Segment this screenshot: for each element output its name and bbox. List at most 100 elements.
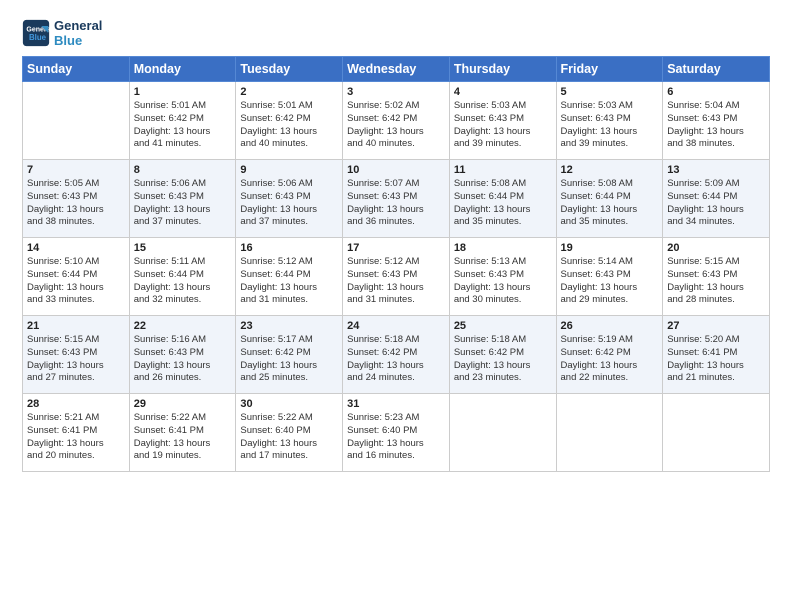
cell-sunrise: Sunrise: 5:23 AMSunset: 6:40 PMDaylight:…: [347, 412, 445, 463]
day-number: 20: [667, 242, 765, 254]
day-cell: 11 Sunrise: 5:08 AMSunset: 6:44 PMDayligh…: [449, 160, 556, 238]
day-number: 28: [27, 398, 125, 410]
day-number: 6: [667, 86, 765, 98]
cell-sunrise: Sunrise: 5:22 AMSunset: 6:41 PMDaylight:…: [134, 412, 232, 463]
day-number: 3: [347, 86, 445, 98]
day-cell: 24Sunrise: 5:18 AMSunset: 6:42 PMDayligh…: [343, 316, 450, 394]
cell-sunrise: Sunrise: 5:03 AMSunset: 6:43 PMDaylight:…: [561, 100, 659, 151]
day-number: 23: [240, 320, 338, 332]
day-cell: 13 Sunrise: 5:09 AMSunset: 6:44 PMDayligh…: [663, 160, 770, 238]
cell-sunrise: Sunrise: 5:13 AMSunset: 6:43 PMDaylight:…: [454, 256, 552, 307]
day-cell: 19 Sunrise: 5:14 AMSunset: 6:43 PMDayligh…: [556, 238, 663, 316]
day-number: 8: [134, 164, 232, 176]
day-cell: 14Sunrise: 5:10 AMSunset: 6:44 PMDayligh…: [23, 238, 130, 316]
cell-sunrise: Sunrise: 5:08 AMSunset: 6:44 PMDaylight:…: [454, 178, 552, 229]
day-cell: 4 Sunrise: 5:03 AMSunset: 6:43 PMDaylight…: [449, 82, 556, 160]
day-number: 19: [561, 242, 659, 254]
week-row-1: 1 Sunrise: 5:01 AMSunset: 6:42 PMDaylight…: [23, 82, 770, 160]
day-number: 5: [561, 86, 659, 98]
cell-sunrise: Sunrise: 5:06 AMSunset: 6:43 PMDaylight:…: [240, 178, 338, 229]
day-number: 10: [347, 164, 445, 176]
header: General Blue General Blue: [22, 18, 770, 48]
weekday-header-saturday: Saturday: [663, 57, 770, 82]
day-number: 2: [240, 86, 338, 98]
day-cell: 15 Sunrise: 5:11 AMSunset: 6:44 PMDayligh…: [129, 238, 236, 316]
day-cell: 29 Sunrise: 5:22 AMSunset: 6:41 PMDayligh…: [129, 394, 236, 472]
day-cell: 31 Sunrise: 5:23 AMSunset: 6:40 PMDayligh…: [343, 394, 450, 472]
day-number: 17: [347, 242, 445, 254]
logo-text: General Blue: [54, 18, 102, 48]
day-number: 4: [454, 86, 552, 98]
cell-sunrise: Sunrise: 5:04 AMSunset: 6:43 PMDaylight:…: [667, 100, 765, 151]
day-number: 15: [134, 242, 232, 254]
day-cell: 27 Sunrise: 5:20 AMSunset: 6:41 PMDayligh…: [663, 316, 770, 394]
weekday-header-row: SundayMondayTuesdayWednesdayThursdayFrid…: [23, 57, 770, 82]
day-cell: 17 Sunrise: 5:12 AMSunset: 6:43 PMDayligh…: [343, 238, 450, 316]
day-cell: 12Sunrise: 5:08 AMSunset: 6:44 PMDayligh…: [556, 160, 663, 238]
day-number: 22: [134, 320, 232, 332]
day-cell: 9Sunrise: 5:06 AMSunset: 6:43 PMDaylight…: [236, 160, 343, 238]
cell-sunrise: Sunrise: 5:15 AMSunset: 6:43 PMDaylight:…: [27, 334, 125, 385]
day-number: 13: [667, 164, 765, 176]
day-cell: [663, 394, 770, 472]
day-number: 30: [240, 398, 338, 410]
day-number: 26: [561, 320, 659, 332]
cell-sunrise: Sunrise: 5:12 AMSunset: 6:43 PMDaylight:…: [347, 256, 445, 307]
cell-sunrise: Sunrise: 5:11 AMSunset: 6:44 PMDaylight:…: [134, 256, 232, 307]
day-cell: 1 Sunrise: 5:01 AMSunset: 6:42 PMDaylight…: [129, 82, 236, 160]
day-number: 21: [27, 320, 125, 332]
cell-sunrise: Sunrise: 5:17 AMSunset: 6:42 PMDaylight:…: [240, 334, 338, 385]
day-cell: 10Sunrise: 5:07 AMSunset: 6:43 PMDayligh…: [343, 160, 450, 238]
weekday-header-friday: Friday: [556, 57, 663, 82]
day-cell: 30 Sunrise: 5:22 AMSunset: 6:40 PMDayligh…: [236, 394, 343, 472]
svg-text:Blue: Blue: [29, 33, 47, 42]
day-cell: [556, 394, 663, 472]
calendar-table: SundayMondayTuesdayWednesdayThursdayFrid…: [22, 56, 770, 472]
day-cell: 26 Sunrise: 5:19 AMSunset: 6:42 PMDayligh…: [556, 316, 663, 394]
day-cell: 6 Sunrise: 5:04 AMSunset: 6:43 PMDaylight…: [663, 82, 770, 160]
day-number: 29: [134, 398, 232, 410]
week-row-2: 7 Sunrise: 5:05 AMSunset: 6:43 PMDaylight…: [23, 160, 770, 238]
day-number: 1: [134, 86, 232, 98]
day-cell: 16 Sunrise: 5:12 AMSunset: 6:44 PMDayligh…: [236, 238, 343, 316]
day-cell: 3Sunrise: 5:02 AMSunset: 6:42 PMDaylight…: [343, 82, 450, 160]
day-cell: 7 Sunrise: 5:05 AMSunset: 6:43 PMDaylight…: [23, 160, 130, 238]
logo-icon: General Blue: [22, 19, 50, 47]
cell-sunrise: Sunrise: 5:20 AMSunset: 6:41 PMDaylight:…: [667, 334, 765, 385]
day-number: 16: [240, 242, 338, 254]
cell-sunrise: Sunrise: 5:14 AMSunset: 6:43 PMDaylight:…: [561, 256, 659, 307]
day-cell: 22 Sunrise: 5:16 AMSunset: 6:43 PMDayligh…: [129, 316, 236, 394]
day-number: 12: [561, 164, 659, 176]
cell-sunrise: Sunrise: 5:03 AMSunset: 6:43 PMDaylight:…: [454, 100, 552, 151]
day-number: 27: [667, 320, 765, 332]
day-cell: 20Sunrise: 5:15 AMSunset: 6:43 PMDayligh…: [663, 238, 770, 316]
weekday-header-thursday: Thursday: [449, 57, 556, 82]
cell-sunrise: Sunrise: 5:06 AMSunset: 6:43 PMDaylight:…: [134, 178, 232, 229]
cell-sunrise: Sunrise: 5:12 AMSunset: 6:44 PMDaylight:…: [240, 256, 338, 307]
day-cell: [23, 82, 130, 160]
day-number: 31: [347, 398, 445, 410]
day-cell: 5 Sunrise: 5:03 AMSunset: 6:43 PMDaylight…: [556, 82, 663, 160]
cell-sunrise: Sunrise: 5:22 AMSunset: 6:40 PMDaylight:…: [240, 412, 338, 463]
week-row-3: 14Sunrise: 5:10 AMSunset: 6:44 PMDayligh…: [23, 238, 770, 316]
cell-sunrise: Sunrise: 5:09 AMSunset: 6:44 PMDaylight:…: [667, 178, 765, 229]
cell-sunrise: Sunrise: 5:16 AMSunset: 6:43 PMDaylight:…: [134, 334, 232, 385]
cell-sunrise: Sunrise: 5:18 AMSunset: 6:42 PMDaylight:…: [454, 334, 552, 385]
cell-sunrise: Sunrise: 5:05 AMSunset: 6:43 PMDaylight:…: [27, 178, 125, 229]
day-cell: 2Sunrise: 5:01 AMSunset: 6:42 PMDaylight…: [236, 82, 343, 160]
weekday-header-monday: Monday: [129, 57, 236, 82]
page: General Blue General Blue SundayMondayTu…: [0, 0, 792, 482]
logo: General Blue General Blue: [22, 18, 102, 48]
day-cell: 28Sunrise: 5:21 AMSunset: 6:41 PMDayligh…: [23, 394, 130, 472]
day-number: 7: [27, 164, 125, 176]
day-number: 24: [347, 320, 445, 332]
weekday-header-sunday: Sunday: [23, 57, 130, 82]
cell-sunrise: Sunrise: 5:01 AMSunset: 6:42 PMDaylight:…: [134, 100, 232, 151]
day-cell: 21 Sunrise: 5:15 AMSunset: 6:43 PMDayligh…: [23, 316, 130, 394]
week-row-4: 21 Sunrise: 5:15 AMSunset: 6:43 PMDayligh…: [23, 316, 770, 394]
day-number: 14: [27, 242, 125, 254]
weekday-header-tuesday: Tuesday: [236, 57, 343, 82]
day-number: 11: [454, 164, 552, 176]
weekday-header-wednesday: Wednesday: [343, 57, 450, 82]
cell-sunrise: Sunrise: 5:19 AMSunset: 6:42 PMDaylight:…: [561, 334, 659, 385]
